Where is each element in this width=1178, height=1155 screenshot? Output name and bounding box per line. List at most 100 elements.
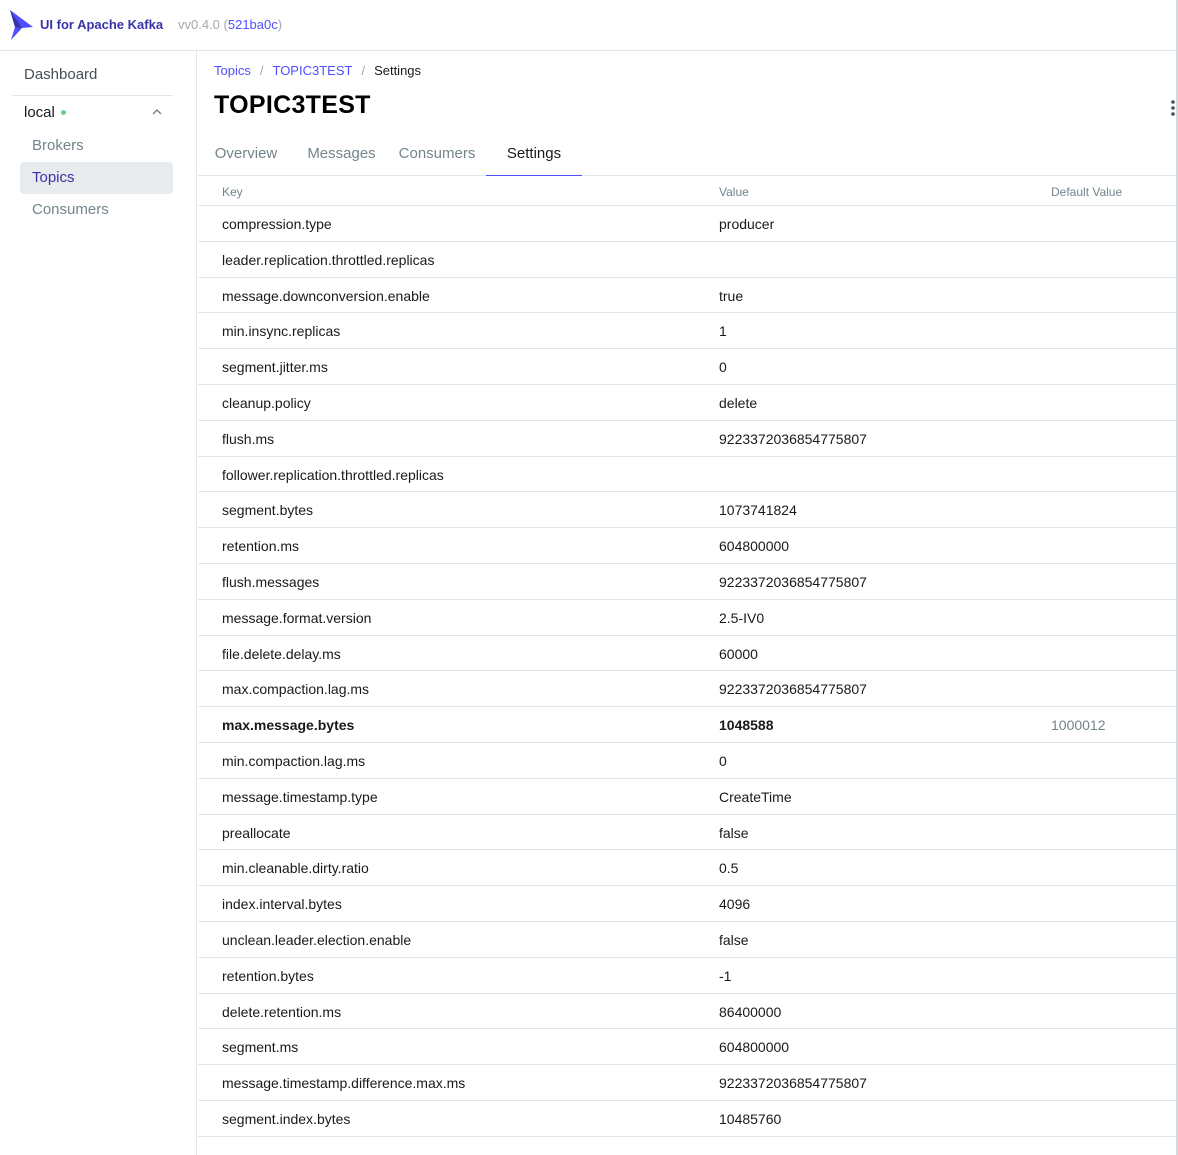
table-row: min.insync.replicas 1 (198, 313, 1176, 350)
sidebar-item-dashboard[interactable]: Dashboard (24, 66, 97, 83)
table-row: message.timestamp.difference.max.ms 92233… (198, 1065, 1176, 1101)
tab-messages[interactable]: Messages (294, 139, 389, 175)
column-header-value: Value (719, 185, 749, 199)
table-row: message.format.version 2.5-IV0 (198, 600, 1176, 636)
table-row: message.timestamp.type CreateTime (198, 779, 1176, 815)
table-row: index.interval.bytes 4096 (198, 886, 1176, 922)
table-row: delete.retention.ms 86400000 (198, 994, 1176, 1030)
config-key: segment.jitter.ms (222, 359, 328, 376)
config-value: 1 (719, 323, 727, 340)
sidebar: Dashboard local Brokers Topics Consumers (0, 51, 197, 1155)
kafka-ui-logo-icon[interactable] (8, 9, 34, 41)
table-row: flush.ms 9223372036854775807 (198, 421, 1176, 457)
table-row: flush.messages 9223372036854775807 (198, 564, 1176, 600)
settings-table: Key Value Default Value compression.type… (198, 175, 1176, 1137)
sidebar-item-brokers[interactable]: Brokers (20, 130, 173, 162)
table-row: compression.type producer (198, 206, 1176, 242)
sidebar-divider (12, 95, 173, 96)
config-value: 86400000 (719, 1003, 782, 1020)
app-version: vv0.4.0 (521ba0c) (178, 17, 283, 32)
config-value: 9223372036854775807 (719, 430, 867, 447)
config-key: segment.index.bytes (222, 1110, 351, 1127)
config-key: max.message.bytes (222, 717, 355, 734)
config-key: message.downconversion.enable (222, 287, 430, 304)
table-row: segment.index.bytes 10485760 (198, 1101, 1176, 1137)
config-key: index.interval.bytes (222, 896, 342, 913)
config-key: message.timestamp.difference.max.ms (222, 1075, 466, 1092)
breadcrumb: Topics / TOPIC3TEST / Settings (214, 63, 421, 78)
table-row: min.compaction.lag.ms 0 (198, 743, 1176, 779)
table-row: min.cleanable.dirty.ratio 0.5 (198, 850, 1176, 887)
table-row: segment.bytes 1073741824 (198, 492, 1176, 529)
config-key: cleanup.policy (222, 394, 311, 411)
config-key: max.compaction.lag.ms (222, 681, 370, 698)
chevron-up-icon[interactable] (150, 107, 164, 117)
config-key: leader.replication.throttled.replicas (222, 251, 435, 268)
config-value: 1048588 (719, 717, 774, 734)
config-key: min.cleanable.dirty.ratio (222, 860, 369, 877)
config-key: flush.messages (222, 573, 320, 590)
table-row: segment.jitter.ms 0 (198, 349, 1176, 385)
config-key: flush.ms (222, 430, 275, 447)
topic-tabs: Overview Messages Consumers Settings (198, 139, 1176, 176)
table-row: message.downconversion.enable true (198, 278, 1176, 314)
config-key: min.insync.replicas (222, 323, 341, 340)
config-key: message.format.version (222, 609, 372, 626)
config-value: 60000 (719, 645, 758, 662)
page-title: TOPIC3TEST (214, 91, 371, 119)
config-value: 1073741824 (719, 502, 797, 519)
config-value: true (719, 287, 744, 304)
sidebar-item-consumers[interactable]: Consumers (20, 194, 173, 226)
config-value: 4096 (719, 896, 751, 913)
config-key: message.timestamp.type (222, 788, 378, 805)
breadcrumb-topic[interactable]: TOPIC3TEST (272, 63, 352, 78)
config-value: 2.5-IV0 (719, 609, 765, 626)
config-key: retention.ms (222, 538, 300, 555)
cluster-toggle[interactable]: local (24, 104, 66, 121)
cluster-name: local (24, 104, 55, 121)
breadcrumb-separator: / (361, 63, 366, 78)
config-key: retention.bytes (222, 967, 314, 984)
tab-consumers[interactable]: Consumers (389, 139, 485, 175)
table-row: segment.ms 604800000 (198, 1029, 1176, 1066)
tab-settings[interactable]: Settings (486, 139, 582, 176)
config-value: 9223372036854775807 (719, 681, 867, 698)
config-default-value: 1000012 (1051, 717, 1106, 734)
column-header-key: Key (222, 185, 243, 199)
config-key: follower.replication.throttled.replicas (222, 466, 444, 483)
sidebar-item-topics[interactable]: Topics (20, 162, 173, 194)
tab-overview[interactable]: Overview (198, 139, 294, 175)
table-row: max.compaction.lag.ms 9223372036854775807 (198, 671, 1176, 708)
config-key: segment.ms (222, 1039, 299, 1056)
table-row: retention.bytes -1 (198, 958, 1176, 994)
table-row: retention.ms 604800000 (198, 528, 1176, 564)
config-key: compression.type (222, 216, 332, 232)
table-header: Key Value Default Value (198, 175, 1176, 206)
config-value: delete (719, 394, 758, 411)
config-key: unclean.leader.election.enable (222, 931, 412, 948)
app-brand[interactable]: UI for Apache Kafka (40, 17, 163, 32)
config-key: segment.bytes (222, 502, 314, 519)
breadcrumb-current: Settings (374, 63, 422, 78)
config-value: false (719, 824, 749, 841)
table-row: file.delete.delay.ms 60000 (198, 636, 1176, 672)
table-row: preallocate false (198, 815, 1176, 851)
config-key: min.compaction.lag.ms (222, 752, 366, 769)
config-value: CreateTime (719, 788, 792, 805)
more-vertical-icon[interactable] (1170, 99, 1176, 117)
breadcrumb-topics[interactable]: Topics (214, 63, 251, 78)
config-value: 9223372036854775807 (719, 1075, 867, 1092)
config-value: 604800000 (719, 538, 790, 555)
table-row: leader.replication.throttled.replicas (198, 242, 1176, 278)
table-row: unclean.leader.election.enable false (198, 922, 1176, 958)
config-value: 0.5 (719, 860, 739, 877)
commit-link[interactable]: 521ba0c (228, 17, 278, 32)
config-value: 604800000 (719, 1039, 790, 1056)
config-value: -1 (719, 967, 732, 984)
config-value: 0 (719, 359, 727, 376)
config-key: delete.retention.ms (222, 1003, 342, 1020)
cluster-status-dot (60, 110, 66, 115)
config-value: 10485760 (719, 1110, 782, 1127)
config-value: producer (719, 216, 775, 232)
top-bar: UI for Apache Kafka vv0.4.0 (521ba0c) (0, 0, 1176, 51)
